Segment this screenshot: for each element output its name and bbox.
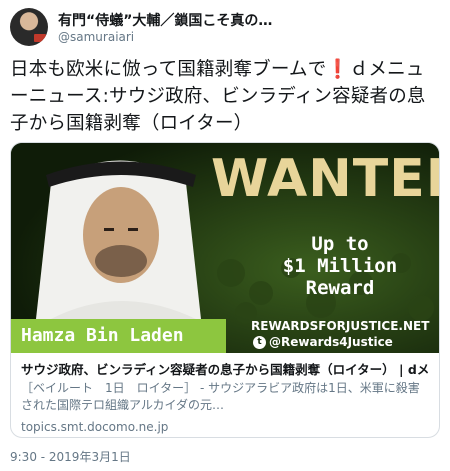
card-body[interactable]: サウジ政府、ビンラディン容疑者の息子から国籍剥奪（ロイター） | dメニューニュ… (11, 353, 439, 437)
card-title[interactable]: サウジ政府、ビンラディン容疑者の息子から国籍剥奪（ロイター） | dメニューニュ… (21, 361, 429, 378)
avatar[interactable] (10, 8, 48, 46)
name-plate: Hamza Bin Laden (11, 319, 226, 353)
card-image[interactable]: WANTED Up to $1 Million Reward Hamza Bin… (11, 143, 439, 353)
rewards-site: REWARDSFORJUSTICE.NET (251, 319, 430, 333)
exclamation-icon: ❗ (326, 59, 350, 80)
card-url[interactable]: topics.smt.docomo.ne.jp (21, 420, 429, 434)
tweet-text: 日本も欧米に倣って国籍剥奪ブームで❗ｄメニューニュース:サウジ政府、ビンラディン… (10, 56, 440, 137)
reward-text: Up to $1 Million Reward (265, 233, 415, 299)
tweet-text-part1: 日本も欧米に倣って国籍剥奪ブームで (10, 59, 327, 80)
user-handle[interactable]: @samuraiari (58, 30, 134, 44)
rewards-twitter: t @Rewards4Justice (253, 335, 393, 349)
display-name[interactable]: 有門“侍蟻”大輔／鎖国こそ真の… (58, 10, 438, 30)
wanted-heading: WANTED (211, 149, 439, 209)
reward-line-1: Up to (311, 233, 369, 255)
tweet-timestamp[interactable]: 9:30 - 2019年3月1日 (10, 448, 131, 465)
twitter-bird-icon: t (253, 336, 266, 349)
link-card[interactable]: WANTED Up to $1 Million Reward Hamza Bin… (10, 142, 440, 438)
reward-line-3: Reward (305, 277, 375, 299)
reward-line-2: $1 Million (282, 255, 398, 277)
card-description: ［ベイルート 1日 ロイター］ - サウジアラビア政府は1日、米軍に殺害された国… (21, 381, 420, 412)
rewards-handle: @Rewards4Justice (269, 335, 393, 349)
tweet-header: 有門“侍蟻”大輔／鎖国こそ真の… @samuraiari (10, 8, 440, 50)
